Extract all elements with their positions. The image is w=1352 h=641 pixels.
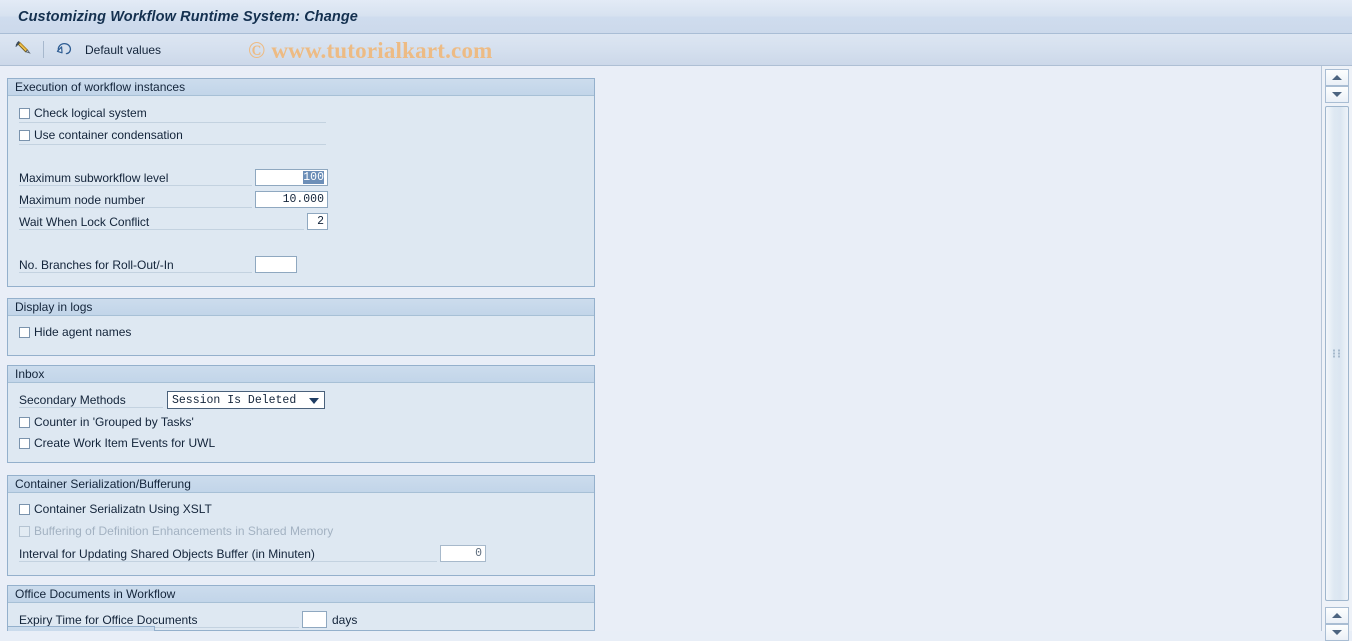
field-use-container-condensation[interactable]: Use container condensation (19, 128, 326, 145)
group-header-display-in-logs: Display in logs (8, 299, 594, 316)
field-underline (19, 128, 326, 145)
label-create-work-item-events: Create Work Item Events for UWL (34, 436, 216, 450)
scrollbar-thumb[interactable] (1325, 106, 1349, 601)
field-underline (19, 106, 326, 123)
label-buffering-definition-enhancements: Buffering of Definition Enhancements in … (34, 524, 334, 538)
label-secondary-methods: Secondary Methods (19, 392, 163, 408)
field-maximum-subworkflow-level: Maximum subworkflow level 100 (19, 169, 328, 186)
chevron-down-icon[interactable] (309, 398, 319, 404)
default-values-button[interactable] (51, 38, 77, 62)
input-wait-when-lock-conflict[interactable]: 2 (307, 213, 328, 230)
default-values-label: Default values (85, 42, 162, 57)
field-create-work-item-events[interactable]: Create Work Item Events for UWL (19, 436, 215, 450)
undo-arrow-icon (54, 39, 74, 60)
label-maximum-subworkflow-level: Maximum subworkflow level (19, 170, 252, 186)
input-interval-updating-shared-objects[interactable]: 0 (440, 545, 486, 562)
field-secondary-methods: Secondary Methods Session Is Deleted (19, 391, 325, 409)
group-body-execution: Check logical system Use container conde… (8, 96, 594, 286)
page-title: Customizing Workflow Runtime System: Cha… (18, 8, 358, 25)
scroll-up-arrow-icon (1332, 613, 1342, 618)
field-counter-grouped-by-tasks[interactable]: Counter in 'Grouped by Tasks' (19, 415, 194, 429)
checkbox-container-serializatn-xslt[interactable] (19, 503, 30, 515)
checkbox-buffering-definition-enhancements (19, 525, 30, 537)
group-header-inbox: Inbox (8, 366, 594, 383)
label-maximum-node-number: Maximum node number (19, 192, 252, 208)
input-expiry-time-office-documents[interactable] (302, 611, 327, 628)
input-branches-rollout[interactable] (255, 256, 297, 273)
group-display-in-logs: Display in logs Hide agent names (7, 298, 595, 356)
label-interval-updating-shared-objects: Interval for Updating Shared Objects Buf… (19, 546, 437, 562)
checkbox-counter-grouped-by-tasks[interactable] (19, 416, 30, 428)
vertical-scrollbar[interactable] (1321, 66, 1352, 641)
group-body-display-in-logs: Hide agent names (8, 316, 594, 355)
group-body-inbox: Secondary Methods Session Is Deleted Cou… (8, 383, 594, 462)
display-change-toggle-button[interactable] (9, 37, 37, 63)
content-area: Execution of workflow instances Check lo… (0, 66, 1321, 631)
input-value-maximum-subworkflow-level: 100 (303, 171, 324, 184)
field-container-serializatn-xslt[interactable]: Container Serializatn Using XSLT (19, 502, 212, 516)
group-header-execution: Execution of workflow instances (8, 79, 594, 96)
checkbox-create-work-item-events[interactable] (19, 437, 30, 449)
dropdown-value-secondary-methods: Session Is Deleted (172, 393, 297, 407)
checkbox-hide-agent-names[interactable] (19, 326, 30, 338)
input-maximum-subworkflow-level[interactable]: 100 (255, 169, 328, 186)
dropdown-secondary-methods[interactable]: Session Is Deleted (167, 391, 325, 409)
unit-expiry-time-days: days (332, 612, 358, 627)
scroll-down-button-bottom[interactable] (1325, 624, 1349, 641)
label-container-serializatn-xslt: Container Serializatn Using XSLT (34, 502, 212, 516)
input-maximum-node-number[interactable]: 10.000 (255, 191, 328, 208)
sap-gui-window: Customizing Workflow Runtime System: Cha… (0, 0, 1352, 641)
toolbar-separator (43, 41, 44, 58)
scrollbar-grip-icon (1333, 349, 1341, 358)
group-inbox: Inbox Secondary Methods Session Is Delet… (7, 365, 595, 463)
group-container-serialization: Container Serialization/Bufferung Contai… (7, 475, 595, 576)
scroll-up-button-bottom[interactable] (1325, 607, 1349, 624)
scroll-down-arrow-icon (1332, 92, 1342, 97)
label-wait-when-lock-conflict: Wait When Lock Conflict (19, 214, 304, 230)
pencil-toggle-display-change-icon (14, 39, 32, 60)
scroll-down-button-top[interactable] (1325, 86, 1349, 103)
field-hide-agent-names[interactable]: Hide agent names (19, 325, 326, 339)
label-hide-agent-names: Hide agent names (34, 325, 132, 339)
field-buffering-definition-enhancements: Buffering of Definition Enhancements in … (19, 524, 333, 538)
field-check-logical-system[interactable]: Check logical system (19, 106, 326, 123)
scroll-up-arrow-icon (1332, 75, 1342, 80)
label-branches-rollout: No. Branches for Roll-Out/-In (19, 257, 252, 273)
field-branches-rollout: No. Branches for Roll-Out/-In (19, 256, 297, 273)
field-interval-updating-shared-objects: Interval for Updating Shared Objects Buf… (19, 545, 486, 562)
window-title-bar: Customizing Workflow Runtime System: Cha… (0, 0, 1352, 34)
group-header-next-partial (7, 626, 155, 631)
group-body-container-serialization: Container Serializatn Using XSLT Bufferi… (8, 493, 594, 575)
field-wait-when-lock-conflict: Wait When Lock Conflict 2 (19, 213, 328, 230)
group-header-office-documents: Office Documents in Workflow (8, 586, 594, 603)
group-office-documents: Office Documents in Workflow Expiry Time… (7, 585, 595, 631)
field-maximum-node-number: Maximum node number 10.000 (19, 191, 328, 208)
label-counter-grouped-by-tasks: Counter in 'Grouped by Tasks' (34, 415, 194, 429)
group-header-container-serialization: Container Serialization/Bufferung (8, 476, 594, 493)
group-execution-of-workflow-instances: Execution of workflow instances Check lo… (7, 78, 595, 287)
application-toolbar: Default values (0, 34, 1352, 66)
scroll-up-button-top[interactable] (1325, 69, 1349, 86)
